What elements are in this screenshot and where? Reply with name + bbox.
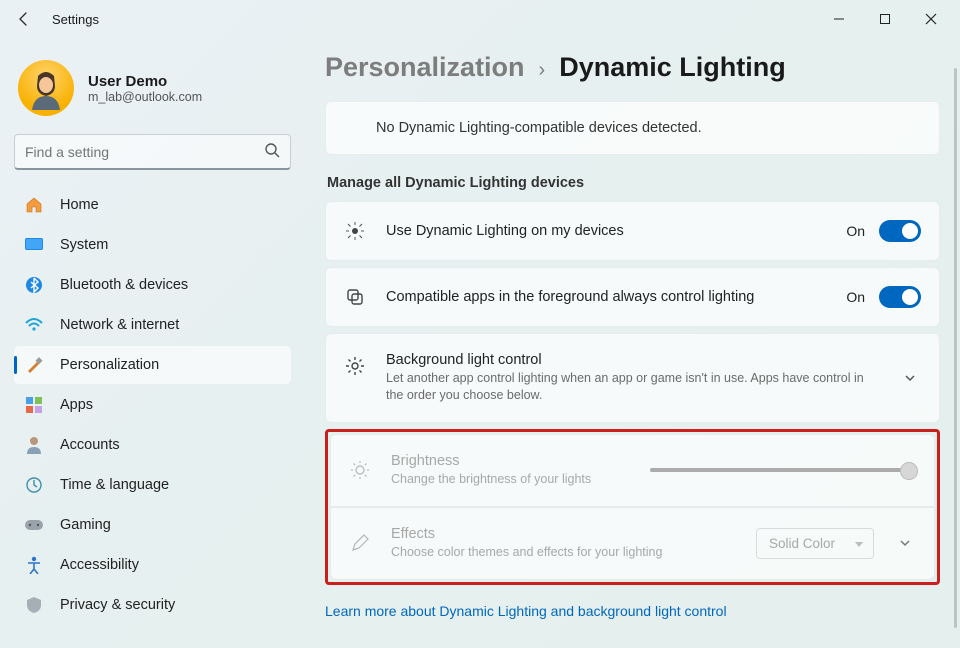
search-box[interactable] bbox=[14, 134, 291, 170]
nav-time[interactable]: Time & language bbox=[14, 466, 291, 504]
shield-icon bbox=[24, 595, 44, 615]
nav-home[interactable]: Home bbox=[14, 186, 291, 224]
nav-label: Bluetooth & devices bbox=[60, 277, 188, 293]
nav-label: Time & language bbox=[60, 477, 169, 493]
pen-icon bbox=[349, 533, 371, 553]
nav-label: Accounts bbox=[60, 437, 120, 453]
nav-gaming[interactable]: Gaming bbox=[14, 506, 291, 544]
nav-label: System bbox=[60, 237, 108, 253]
nav-label: Gaming bbox=[60, 517, 111, 533]
row-subtitle: Choose color themes and effects for your… bbox=[391, 544, 736, 561]
system-icon bbox=[24, 235, 44, 255]
nav-label: Apps bbox=[60, 397, 93, 413]
toggle-state: On bbox=[846, 289, 865, 305]
person-icon bbox=[24, 435, 44, 455]
row-title: Brightness bbox=[391, 453, 630, 469]
minimize-button[interactable] bbox=[816, 3, 862, 35]
row-compatible-apps: Compatible apps in the foreground always… bbox=[325, 267, 940, 327]
lighting-icon bbox=[344, 221, 366, 241]
nav-list: Home System Bluetooth & devices Network … bbox=[14, 186, 291, 624]
row-title: Use Dynamic Lighting on my devices bbox=[386, 223, 826, 239]
nav-personalization[interactable]: Personalization bbox=[14, 346, 291, 384]
gamepad-icon bbox=[24, 515, 44, 535]
section-title: Manage all Dynamic Lighting devices bbox=[327, 175, 940, 191]
row-subtitle: Change the brightness of your lights bbox=[391, 471, 630, 488]
search-input[interactable] bbox=[25, 144, 264, 160]
breadcrumb-parent[interactable]: Personalization bbox=[325, 52, 525, 83]
nav-accessibility[interactable]: Accessibility bbox=[14, 546, 291, 584]
row-effects: Effects Choose color themes and effects … bbox=[330, 507, 935, 580]
home-icon bbox=[24, 195, 44, 215]
nav-label: Accessibility bbox=[60, 557, 139, 573]
nav-privacy[interactable]: Privacy & security bbox=[14, 586, 291, 624]
brightness-slider[interactable] bbox=[650, 468, 910, 472]
back-button[interactable] bbox=[6, 1, 42, 37]
row-title: Compatible apps in the foreground always… bbox=[386, 289, 826, 305]
profile-name: User Demo bbox=[88, 73, 202, 90]
nav-label: Privacy & security bbox=[60, 597, 175, 613]
toggle-use-dynamic-lighting[interactable] bbox=[879, 220, 921, 242]
avatar bbox=[18, 60, 74, 116]
effects-select[interactable]: Solid Color bbox=[756, 528, 874, 559]
titlebar: Settings bbox=[0, 0, 960, 38]
row-background-light-control[interactable]: Background light control Let another app… bbox=[325, 333, 940, 423]
nav-label: Network & internet bbox=[60, 317, 179, 333]
page-title: Dynamic Lighting bbox=[559, 52, 786, 83]
toggle-state: On bbox=[846, 223, 865, 239]
layers-icon bbox=[344, 287, 366, 307]
chevron-down-icon[interactable] bbox=[894, 536, 916, 550]
effects-selected: Solid Color bbox=[769, 536, 835, 551]
row-use-dynamic-lighting: Use Dynamic Lighting on my devices On bbox=[325, 201, 940, 261]
scrollbar[interactable] bbox=[954, 68, 957, 628]
nav-label: Home bbox=[60, 197, 99, 213]
learn-more-link[interactable]: Learn more about Dynamic Lighting and ba… bbox=[325, 603, 940, 619]
info-text: No Dynamic Lighting-compatible devices d… bbox=[376, 120, 702, 136]
apps-icon bbox=[24, 395, 44, 415]
row-title: Effects bbox=[391, 526, 736, 542]
brightness-icon bbox=[349, 460, 371, 480]
bluetooth-icon bbox=[24, 275, 44, 295]
row-subtitle: Let another app control lighting when an… bbox=[386, 370, 879, 404]
nav-accounts[interactable]: Accounts bbox=[14, 426, 291, 464]
globe-clock-icon bbox=[24, 475, 44, 495]
chevron-down-icon[interactable] bbox=[899, 371, 921, 385]
nav-bluetooth[interactable]: Bluetooth & devices bbox=[14, 266, 291, 304]
nav-network[interactable]: Network & internet bbox=[14, 306, 291, 344]
nav-label: Personalization bbox=[60, 357, 159, 373]
maximize-button[interactable] bbox=[862, 3, 908, 35]
paintbrush-icon bbox=[24, 355, 44, 375]
accessibility-icon bbox=[24, 555, 44, 575]
chevron-right-icon: › bbox=[539, 59, 546, 82]
wifi-icon bbox=[24, 315, 44, 335]
info-card: No Dynamic Lighting-compatible devices d… bbox=[325, 101, 940, 155]
nav-apps[interactable]: Apps bbox=[14, 386, 291, 424]
toggle-compatible-apps[interactable] bbox=[879, 286, 921, 308]
highlight-region: Brightness Change the brightness of your… bbox=[325, 429, 940, 585]
close-button[interactable] bbox=[908, 3, 954, 35]
content-pane: Personalization › Dynamic Lighting No Dy… bbox=[305, 38, 960, 648]
sidebar: User Demo m_lab@outlook.com Home System bbox=[0, 38, 305, 648]
profile-email: m_lab@outlook.com bbox=[88, 90, 202, 104]
window-title: Settings bbox=[52, 12, 99, 27]
breadcrumb: Personalization › Dynamic Lighting bbox=[325, 52, 940, 83]
gear-icon bbox=[344, 356, 366, 376]
nav-system[interactable]: System bbox=[14, 226, 291, 264]
profile-block[interactable]: User Demo m_lab@outlook.com bbox=[14, 52, 291, 126]
row-brightness: Brightness Change the brightness of your… bbox=[330, 434, 935, 507]
row-title: Background light control bbox=[386, 352, 879, 368]
search-icon bbox=[264, 142, 280, 161]
